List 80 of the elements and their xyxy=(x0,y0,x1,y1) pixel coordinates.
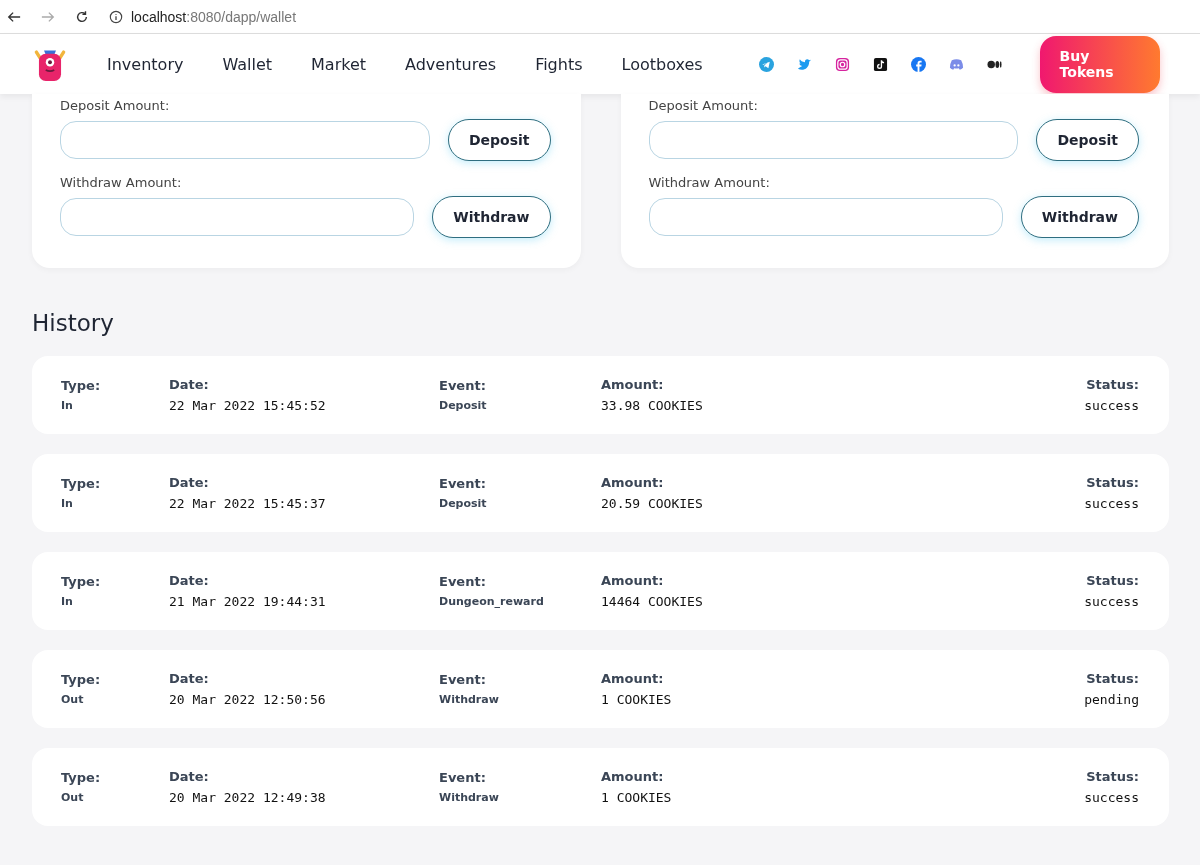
withdraw-button[interactable]: Withdraw xyxy=(1020,196,1139,238)
info-icon xyxy=(109,9,123,24)
column-label: Status: xyxy=(1086,769,1139,784)
date-value: 22 Mar 2022 15:45:37 xyxy=(169,496,327,511)
deposit-amount-field[interactable] xyxy=(60,121,430,159)
column-label: Type: xyxy=(61,770,102,785)
history-heading: History xyxy=(32,310,115,336)
status-value: success xyxy=(1084,594,1139,609)
nav-link[interactable]: Adventures xyxy=(405,54,497,74)
column-label: Date: xyxy=(169,671,210,686)
deposit-button[interactable]: Deposit xyxy=(1036,119,1139,161)
column-label: Amount: xyxy=(601,377,665,392)
event-value: Deposit xyxy=(439,399,488,412)
column-label: Amount: xyxy=(601,769,665,784)
column-label: Status: xyxy=(1086,475,1139,490)
nav-link[interactable]: Wallet xyxy=(222,54,273,74)
date-value: 22 Mar 2022 15:45:52 xyxy=(169,398,327,413)
date-value: 20 Mar 2022 12:49:38 xyxy=(169,790,327,805)
column-label: Type: xyxy=(61,378,102,393)
column-label: Event: xyxy=(439,770,487,785)
column-label: Amount: xyxy=(601,475,665,490)
column-label: Date: xyxy=(169,377,210,392)
column-label: Amount: xyxy=(601,573,665,588)
column-label: Status: xyxy=(1086,377,1139,392)
withdraw-button[interactable]: Withdraw xyxy=(432,196,551,238)
column-label: Date: xyxy=(169,573,210,588)
tiktok-icon[interactable] xyxy=(872,56,888,72)
reload-icon[interactable] xyxy=(75,9,89,24)
deposit-amount-field[interactable] xyxy=(648,121,1019,159)
facebook-icon[interactable] xyxy=(910,56,926,72)
withdraw-amount-field[interactable] xyxy=(648,198,1003,236)
status-value: pending xyxy=(1084,692,1139,707)
status-value: success xyxy=(1084,496,1139,511)
event-value: Dungeon_reward xyxy=(439,595,545,608)
status-value: success xyxy=(1084,790,1139,805)
column-label: Type: xyxy=(61,574,102,589)
column-label: Event: xyxy=(439,574,487,589)
instagram-icon[interactable] xyxy=(834,56,850,72)
column-label: Type: xyxy=(61,476,102,491)
telegram-icon[interactable] xyxy=(758,56,774,72)
event-value: Withdraw xyxy=(439,791,500,804)
type-value: Out xyxy=(61,693,85,706)
withdraw-amount-field[interactable] xyxy=(60,198,415,236)
column-label: Event: xyxy=(439,672,487,687)
twitter-icon[interactable] xyxy=(796,56,812,72)
discord-icon[interactable] xyxy=(948,56,964,72)
amount-value: 33.98 COOKIES xyxy=(601,398,704,413)
nav-link[interactable]: Inventory xyxy=(107,54,184,74)
status-value: success xyxy=(1084,398,1139,413)
amount-value: 14464 COOKIES xyxy=(601,594,704,609)
column-label: Status: xyxy=(1086,671,1139,686)
amount-value: 1 COOKIES xyxy=(601,790,673,805)
column-label: Type: xyxy=(61,672,102,687)
column-label: Amount: xyxy=(601,671,665,686)
deposit-button[interactable]: Deposit xyxy=(447,119,551,161)
amount-value: 1 COOKIES xyxy=(601,692,673,707)
field-label: Deposit Amount: xyxy=(648,98,759,113)
event-value: Deposit xyxy=(439,497,488,510)
nav-link[interactable]: Lootboxes xyxy=(621,54,703,74)
column-label: Date: xyxy=(169,769,210,784)
field-label: Deposit Amount: xyxy=(60,98,171,113)
type-value: In xyxy=(61,399,74,412)
type-value: Out xyxy=(61,791,85,804)
type-value: In xyxy=(61,497,74,510)
column-label: Status: xyxy=(1086,573,1139,588)
field-label: Withdraw Amount: xyxy=(648,175,771,190)
back-icon[interactable] xyxy=(7,9,21,24)
date-value: 21 Mar 2022 19:44:31 xyxy=(169,594,327,609)
date-value: 20 Mar 2022 12:50:56 xyxy=(169,692,327,707)
column-label: Event: xyxy=(439,378,487,393)
forward-icon[interactable] xyxy=(41,9,55,24)
type-value: In xyxy=(61,595,74,608)
column-label: Event: xyxy=(439,476,487,491)
field-label: Withdraw Amount: xyxy=(60,175,183,190)
nav-link[interactable]: Fights xyxy=(535,54,583,74)
event-value: Withdraw xyxy=(439,693,500,706)
column-label: Date: xyxy=(169,475,210,490)
amount-value: 20.59 COOKIES xyxy=(601,496,704,511)
buy-tokens-button[interactable]: Buy Tokens xyxy=(1039,35,1160,93)
nav-link[interactable]: Market xyxy=(311,54,367,74)
